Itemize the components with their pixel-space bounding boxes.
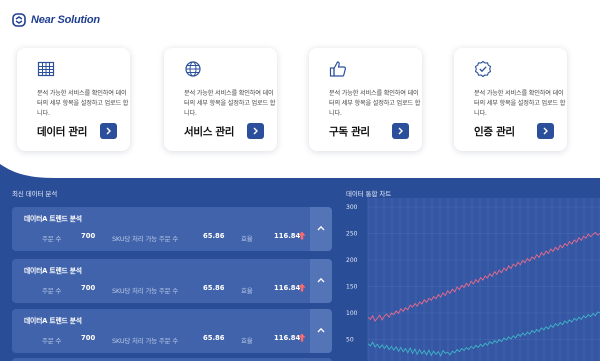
y-tick-label: 100 xyxy=(346,310,358,317)
card-description: 분석 가능한 서비스를 확인하여 데이터의 세부 항목을 설정하고 업로드 합니… xyxy=(474,90,566,117)
orders-label: 주문 수 xyxy=(42,287,62,295)
orders-label: 주문 수 xyxy=(42,337,62,345)
efficiency-label: 효율 xyxy=(241,337,253,345)
y-tick-label: 200 xyxy=(346,257,358,264)
chevron-up-icon xyxy=(317,327,325,333)
brand-header[interactable]: Near Solution xyxy=(12,10,100,30)
globe-icon xyxy=(185,61,201,77)
card-description: 분석 가능한 서비스를 확인하여 데이터의 세부 항목을 설정하고 업로드 합니… xyxy=(37,90,129,117)
card-certification-management[interactable]: 분석 가능한 서비스를 확인하여 데이터의 세부 항목을 설정하고 업로드 합니… xyxy=(454,48,567,151)
card-service-management[interactable]: 분석 가능한 서비스를 확인하여 데이터의 세부 항목을 설정하고 업로드 합니… xyxy=(164,48,277,151)
recent-analysis-title: 최신 데이터 분석 xyxy=(12,190,58,198)
trend-up-icon xyxy=(298,283,306,292)
sku-value: 65.86 xyxy=(203,232,225,240)
sku-label: SKU당 처리 가능 주문 수 xyxy=(112,235,179,243)
sku-label: SKU당 처리 가능 주문 수 xyxy=(112,337,179,345)
orders-value: 700 xyxy=(81,232,96,240)
efficiency-label: 효율 xyxy=(241,287,253,295)
card-go-button[interactable] xyxy=(100,123,117,139)
row-title: 데이터A 트렌드 분석 xyxy=(24,215,82,223)
card-go-button[interactable] xyxy=(537,123,554,139)
row-title: 데이터A 트렌드 분석 xyxy=(24,317,82,325)
card-title: 인증 관리 xyxy=(474,126,515,138)
thumbs-up-icon xyxy=(329,61,347,77)
chevron-right-icon xyxy=(106,127,111,135)
orders-value: 700 xyxy=(81,284,96,292)
y-tick-label: 250 xyxy=(346,231,358,238)
logo-icon xyxy=(12,13,26,27)
card-data-management[interactable]: 분석 가능한 서비스를 확인하여 데이터의 세부 항목을 설정하고 업로드 합니… xyxy=(17,48,130,151)
brand-name: Near Solution xyxy=(31,14,100,26)
y-tick-label: 150 xyxy=(346,284,358,291)
expand-toggle-button[interactable] xyxy=(310,259,332,303)
sku-label: SKU당 처리 가능 주문 수 xyxy=(112,287,179,295)
dashboard-panel: 최신 데이터 분석 데이터 통합 차트 데이터A 트렌드 분석 주문 수 700… xyxy=(0,178,600,361)
badge-check-icon xyxy=(474,60,492,78)
sku-value: 65.86 xyxy=(203,284,225,292)
efficiency-value: 116.84 xyxy=(274,284,301,292)
chart-plot-area xyxy=(368,198,600,361)
card-description: 분석 가능한 서비스를 확인하여 데이터의 세부 항목을 설정하고 업로드 합니… xyxy=(184,90,276,117)
expand-toggle-button[interactable] xyxy=(310,207,332,251)
efficiency-value: 116.84 xyxy=(274,334,301,342)
chevron-up-icon xyxy=(317,277,325,283)
card-title: 구독 관리 xyxy=(329,126,370,138)
row-title: 데이터A 트렌드 분석 xyxy=(24,267,82,275)
expand-toggle-button[interactable] xyxy=(310,309,332,353)
analysis-row[interactable]: 데이터A 트렌드 분석 주문 수 700 SKU당 처리 가능 주문 수 65.… xyxy=(12,309,332,353)
efficiency-value: 116.84 xyxy=(274,232,301,240)
y-tick-label: 50 xyxy=(346,337,354,344)
trend-up-icon xyxy=(298,231,306,240)
analysis-row[interactable]: 데이터A 트렌드 분석 주문 수 700 SKU당 처리 가능 주문 수 65.… xyxy=(12,207,332,251)
y-tick-label: 300 xyxy=(346,204,358,211)
chevron-right-icon xyxy=(543,127,548,135)
card-description: 분석 가능한 서비스를 확인하여 데이터의 세부 항목을 설정하고 업로드 합니… xyxy=(329,90,421,117)
card-go-button[interactable] xyxy=(392,123,409,139)
integrated-data-chart: 300 250 200 150 100 50 xyxy=(346,198,600,361)
sku-value: 65.86 xyxy=(203,334,225,342)
efficiency-label: 효율 xyxy=(241,235,253,243)
chevron-right-icon xyxy=(398,127,403,135)
trend-up-icon xyxy=(298,333,306,342)
card-title: 데이터 관리 xyxy=(37,126,88,138)
analysis-row[interactable]: 데이터A 트렌드 분석 주문 수 700 SKU당 처리 가능 주문 수 65.… xyxy=(12,259,332,303)
card-go-button[interactable] xyxy=(247,123,264,139)
chart-title: 데이터 통합 차트 xyxy=(346,190,392,198)
card-subscription-management[interactable]: 분석 가능한 서비스를 확인하여 데이터의 세부 항목을 설정하고 업로드 합니… xyxy=(309,48,422,151)
chevron-up-icon xyxy=(317,225,325,231)
orders-label: 주문 수 xyxy=(42,235,62,243)
chevron-right-icon xyxy=(253,127,258,135)
grid-table-icon xyxy=(37,61,55,77)
card-title: 서비스 관리 xyxy=(184,126,235,138)
orders-value: 700 xyxy=(81,334,96,342)
